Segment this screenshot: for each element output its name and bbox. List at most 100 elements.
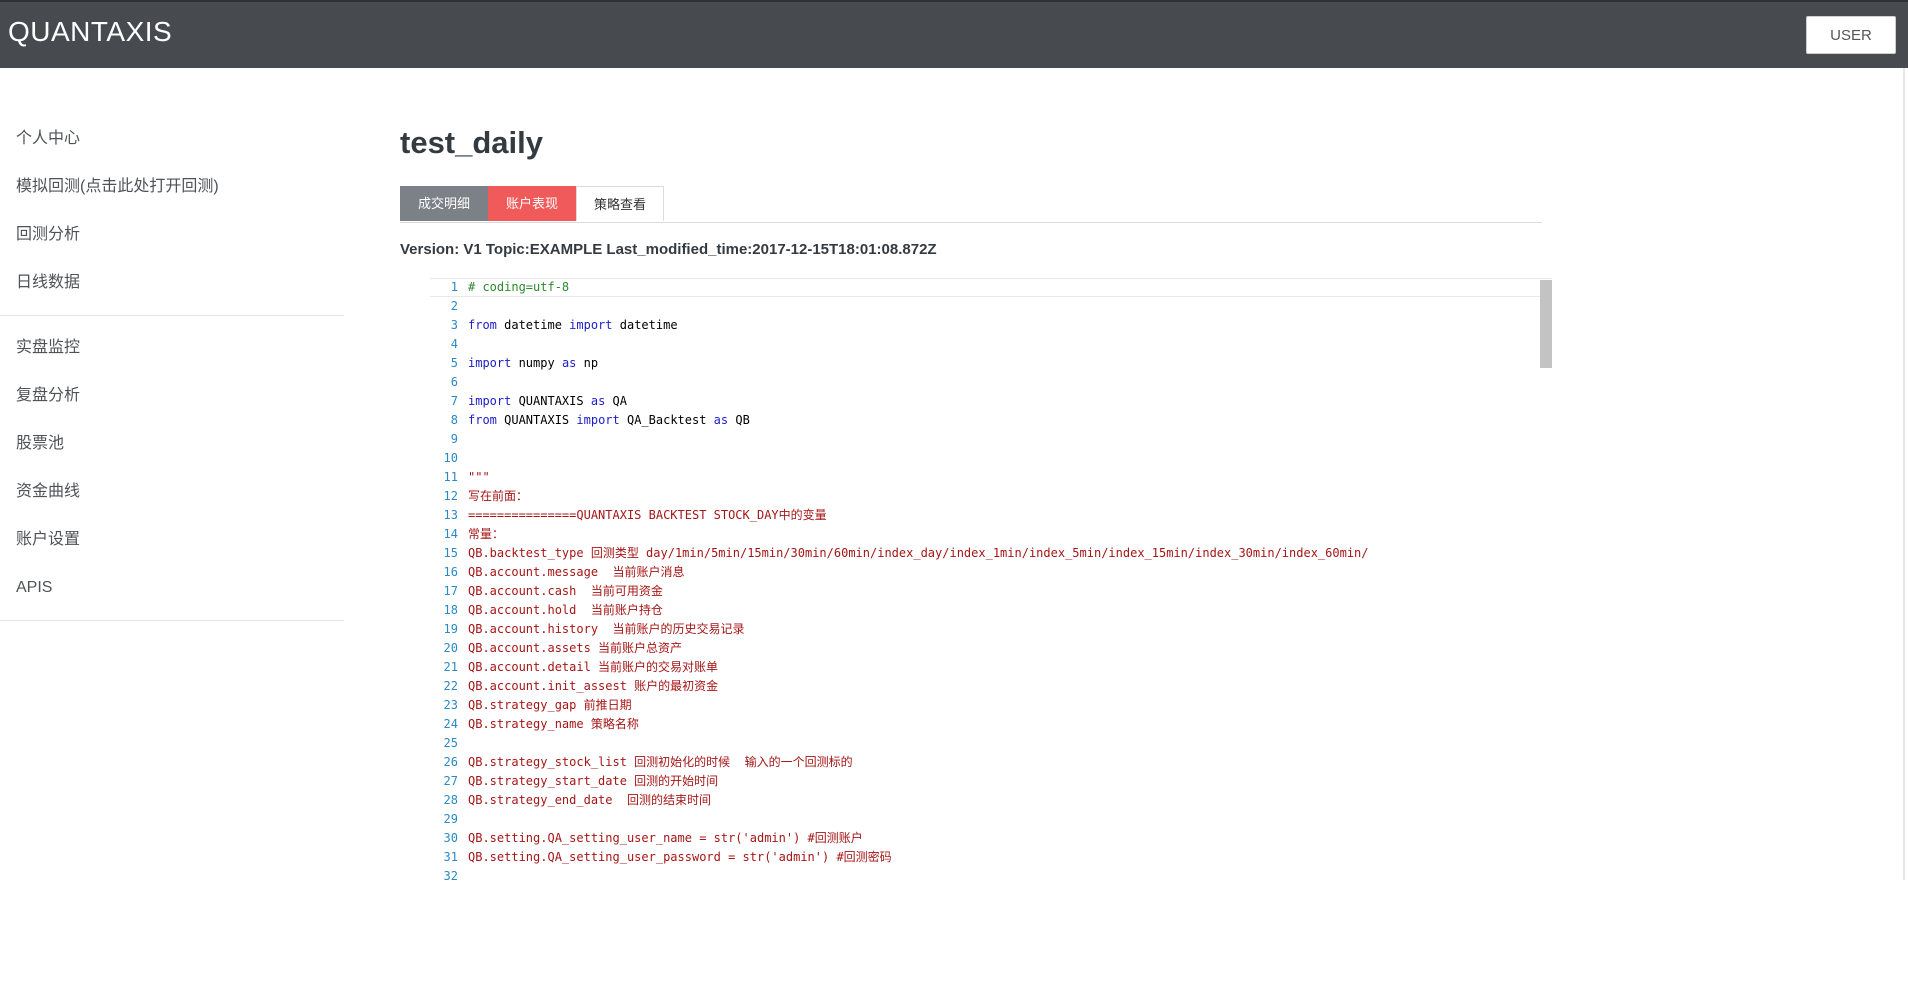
sidebar-item-personal-center[interactable]: 个人中心 bbox=[0, 115, 344, 163]
tab-trade-details[interactable]: 成交明细 bbox=[400, 186, 488, 221]
code-text: QB.backtest_type 回测类型 day/1min/5min/15mi… bbox=[468, 546, 1369, 560]
line-number: 28 bbox=[443, 793, 458, 807]
code-line[interactable]: 14 常量： bbox=[430, 525, 1552, 544]
code-text: from QUANTAXIS import QA_Backtest as QB bbox=[468, 413, 750, 427]
line-number: 14 bbox=[443, 527, 458, 541]
code-line[interactable]: 4 bbox=[430, 335, 1552, 354]
line-number: 21 bbox=[443, 660, 458, 674]
line-number: 2 bbox=[450, 299, 458, 313]
line-number: 22 bbox=[443, 679, 458, 693]
code-line[interactable]: 28 QB.strategy_end_date 回测的结束时间 bbox=[430, 791, 1552, 810]
code-text: QB.strategy_end_date 回测的结束时间 bbox=[468, 793, 711, 807]
code-line[interactable]: 23 QB.strategy_gap 前推日期 bbox=[430, 696, 1552, 715]
sidebar-item-daily-data[interactable]: 日线数据 bbox=[0, 259, 344, 307]
code-line[interactable]: 30 QB.setting.QA_setting_user_name = str(… bbox=[430, 829, 1552, 848]
line-number: 31 bbox=[443, 850, 458, 864]
code-text: QB.account.history 当前账户的历史交易记录 bbox=[468, 622, 745, 636]
code-line[interactable]: 12 写在前面： bbox=[430, 487, 1552, 506]
code-line[interactable]: 29 bbox=[430, 810, 1552, 829]
code-line[interactable]: 27 QB.strategy_start_date 回测的开始时间 bbox=[430, 772, 1552, 791]
line-number: 30 bbox=[443, 831, 458, 845]
code-line[interactable]: 3 from datetime import datetime bbox=[430, 316, 1552, 335]
code-line[interactable]: 8 from QUANTAXIS import QA_Backtest as QB bbox=[430, 411, 1552, 430]
code-text: import numpy as np bbox=[468, 356, 599, 370]
code-line[interactable]: 10 bbox=[430, 449, 1552, 468]
code-line[interactable]: 13 ===============QUANTAXIS BACKTEST STOC… bbox=[430, 506, 1552, 525]
editor-scrollbar-track[interactable] bbox=[1540, 280, 1552, 880]
line-number: 8 bbox=[450, 413, 458, 427]
code-line[interactable]: 21 QB.account.detail 当前账户的交易对账单 bbox=[430, 658, 1552, 677]
code-text: QB.account.detail 当前账户的交易对账单 bbox=[468, 660, 719, 674]
code-text: ===============QUANTAXIS BACKTEST STOCK_… bbox=[468, 508, 827, 522]
tab-bar: 成交明细 账户表现 策略查看 bbox=[400, 186, 1542, 223]
code-line[interactable]: 20 QB.account.assets 当前账户总资产 bbox=[430, 639, 1552, 658]
top-navbar: QUANTAXIS USER bbox=[0, 0, 1908, 68]
code-line[interactable]: 11 """ bbox=[430, 468, 1552, 487]
sidebar-item-backtest-analysis[interactable]: 回测分析 bbox=[0, 211, 344, 259]
sidebar-item-equity-curve[interactable]: 资金曲线 bbox=[0, 468, 344, 516]
code-text: QB.strategy_stock_list 回测初始化的时候 输入的一个回测标… bbox=[468, 755, 853, 769]
code-text: 常量： bbox=[468, 527, 505, 541]
line-number: 5 bbox=[450, 356, 458, 370]
code-line[interactable]: 5 import numpy as np bbox=[430, 354, 1552, 373]
code-text: """ bbox=[468, 470, 490, 484]
line-number: 27 bbox=[443, 774, 458, 788]
code-line[interactable]: 9 bbox=[430, 430, 1552, 449]
code-line[interactable]: 19 QB.account.history 当前账户的历史交易记录 bbox=[430, 620, 1552, 639]
code-line[interactable]: 16 QB.account.message 当前账户消息 bbox=[430, 563, 1552, 582]
line-number: 20 bbox=[443, 641, 458, 655]
sidebar: 个人中心 模拟回测(点击此处打开回测) 回测分析 日线数据 实盘监控 复盘分析 … bbox=[0, 115, 344, 629]
code-text: QB.setting.QA_setting_user_password = st… bbox=[468, 850, 892, 864]
code-line[interactable]: 31 QB.setting.QA_setting_user_password = … bbox=[430, 848, 1552, 867]
page-title: test_daily bbox=[400, 125, 544, 160]
sidebar-item-live-monitor[interactable]: 实盘监控 bbox=[0, 324, 344, 372]
code-text: import QUANTAXIS as QA bbox=[468, 394, 627, 408]
sidebar-item-simulated-backtest[interactable]: 模拟回测(点击此处打开回测) bbox=[0, 163, 344, 211]
code-line[interactable]: 25 bbox=[430, 734, 1552, 753]
line-number: 1 bbox=[450, 280, 458, 294]
code-line[interactable]: 6 bbox=[430, 373, 1552, 392]
tab-strategy-view[interactable]: 策略查看 bbox=[576, 186, 664, 221]
sidebar-group-2: 实盘监控 复盘分析 股票池 资金曲线 账户设置 APIS bbox=[0, 324, 344, 621]
code-line[interactable]: 1 # coding=utf-8 bbox=[430, 278, 1552, 297]
code-line[interactable]: 32 bbox=[430, 867, 1552, 880]
code-text: QB.account.message 当前账户消息 bbox=[468, 565, 685, 579]
sidebar-item-apis[interactable]: APIS bbox=[0, 564, 344, 612]
line-number: 32 bbox=[443, 869, 458, 880]
code-text: QB.strategy_gap 前推日期 bbox=[468, 698, 632, 712]
sidebar-item-stock-pool[interactable]: 股票池 bbox=[0, 420, 344, 468]
code-line[interactable]: 15 QB.backtest_type 回测类型 day/1min/5min/15… bbox=[430, 544, 1552, 563]
code-text: QB.account.cash 当前可用资金 bbox=[468, 584, 663, 598]
code-line[interactable]: 26 QB.strategy_stock_list 回测初始化的时候 输入的一个回… bbox=[430, 753, 1552, 772]
sidebar-item-account-settings[interactable]: 账户设置 bbox=[0, 516, 344, 564]
sidebar-group-1: 个人中心 模拟回测(点击此处打开回测) 回测分析 日线数据 bbox=[0, 115, 344, 316]
sidebar-item-review-analysis[interactable]: 复盘分析 bbox=[0, 372, 344, 420]
line-number: 19 bbox=[443, 622, 458, 636]
line-number: 24 bbox=[443, 717, 458, 731]
code-text: QB.account.assets 当前账户总资产 bbox=[468, 641, 683, 655]
code-line[interactable]: 18 QB.account.hold 当前账户持仓 bbox=[430, 601, 1552, 620]
line-number: 3 bbox=[450, 318, 458, 332]
code-line[interactable]: 24 QB.strategy_name 策略名称 bbox=[430, 715, 1552, 734]
code-text: QB.account.init_assest 账户的最初资金 bbox=[468, 679, 719, 693]
user-button[interactable]: USER bbox=[1806, 16, 1896, 54]
code-text: # coding=utf-8 bbox=[468, 280, 570, 294]
line-number: 26 bbox=[443, 755, 458, 769]
code-line[interactable]: 22 QB.account.init_assest 账户的最初资金 bbox=[430, 677, 1552, 696]
code-line[interactable]: 7 import QUANTAXIS as QA bbox=[430, 392, 1552, 411]
brand-logo[interactable]: QUANTAXIS bbox=[8, 16, 172, 48]
line-number: 23 bbox=[443, 698, 458, 712]
line-number: 6 bbox=[450, 375, 458, 389]
line-number: 11 bbox=[443, 470, 458, 484]
editor-scrollbar-thumb[interactable] bbox=[1540, 280, 1552, 368]
line-number: 13 bbox=[443, 508, 458, 522]
code-line[interactable]: 17 QB.account.cash 当前可用资金 bbox=[430, 582, 1552, 601]
tab-account-performance[interactable]: 账户表现 bbox=[488, 186, 576, 221]
line-number: 16 bbox=[443, 565, 458, 579]
line-number: 9 bbox=[450, 432, 458, 446]
line-number: 4 bbox=[450, 337, 458, 351]
line-number: 18 bbox=[443, 603, 458, 617]
code-text: QB.strategy_start_date 回测的开始时间 bbox=[468, 774, 719, 788]
code-line[interactable]: 2 bbox=[430, 297, 1552, 316]
code-editor[interactable]: 1 # coding=utf-8 2 3 from datetime import da… bbox=[430, 278, 1552, 880]
